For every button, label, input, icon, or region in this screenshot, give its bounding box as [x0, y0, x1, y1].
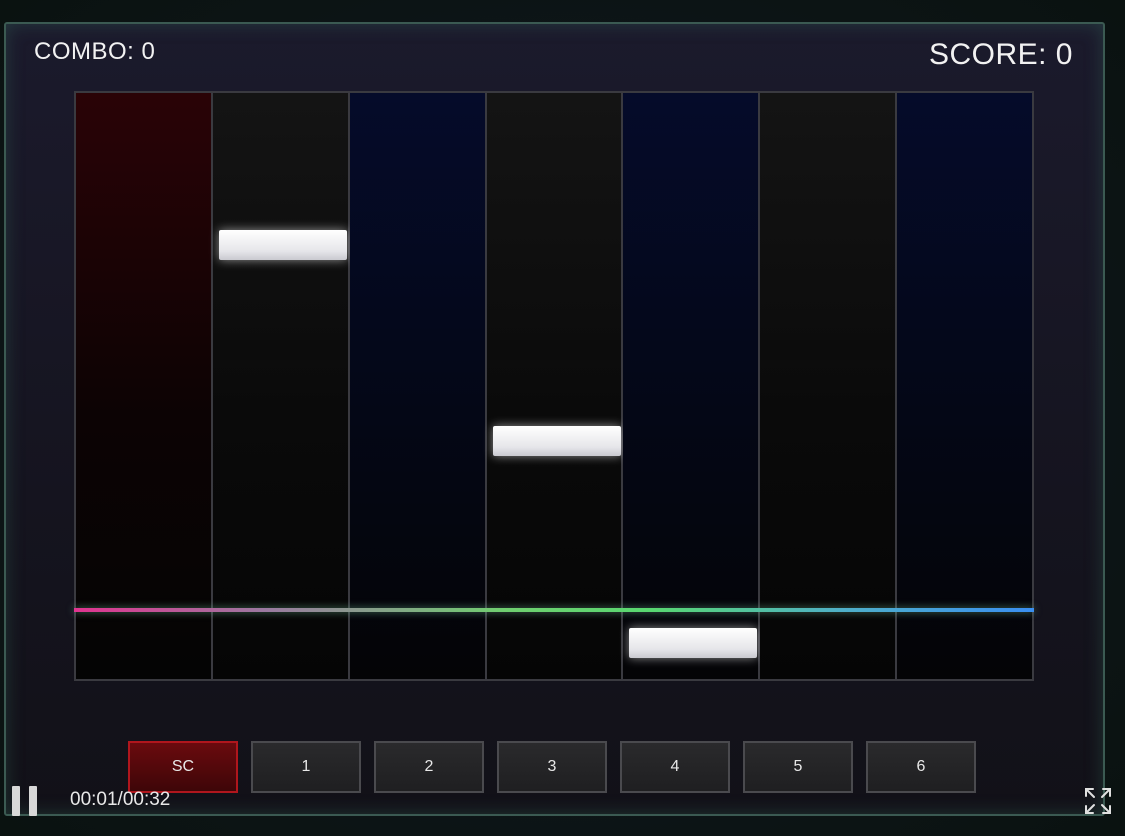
lane-3: [349, 93, 487, 679]
pause-bar-left: [12, 786, 20, 816]
note: [629, 628, 758, 658]
lane-1: [76, 93, 213, 679]
lane-4: [486, 93, 624, 679]
lane-6: [760, 93, 898, 679]
game-screen: COMBO: 0 SCORE: 0 SC 1 2 3 4 5 6 00:01/0…: [0, 0, 1125, 836]
lane-7: [897, 93, 1033, 679]
playfield: [74, 91, 1034, 681]
key-5[interactable]: 5: [743, 741, 853, 793]
key-3[interactable]: 3: [497, 741, 607, 793]
combo-counter: COMBO: 0: [34, 38, 156, 65]
lane-2: [212, 93, 350, 679]
key-bar: SC 1 2 3 4 5 6: [128, 741, 976, 793]
key-4[interactable]: 4: [620, 741, 730, 793]
key-1[interactable]: 1: [251, 741, 361, 793]
score-counter: SCORE: 0: [928, 38, 1073, 71]
key-6[interactable]: 6: [866, 741, 976, 793]
pause-icon[interactable]: [12, 786, 38, 816]
key-2[interactable]: 2: [374, 741, 484, 793]
note: [492, 426, 621, 456]
fullscreen-icon[interactable]: [1083, 786, 1113, 816]
hit-line: [74, 608, 1034, 612]
lane-5: [623, 93, 761, 679]
note: [218, 230, 347, 260]
playback-time: 00:01/00:32: [70, 789, 171, 810]
pause-bar-right: [29, 786, 37, 816]
key-sc[interactable]: SC: [128, 741, 238, 793]
